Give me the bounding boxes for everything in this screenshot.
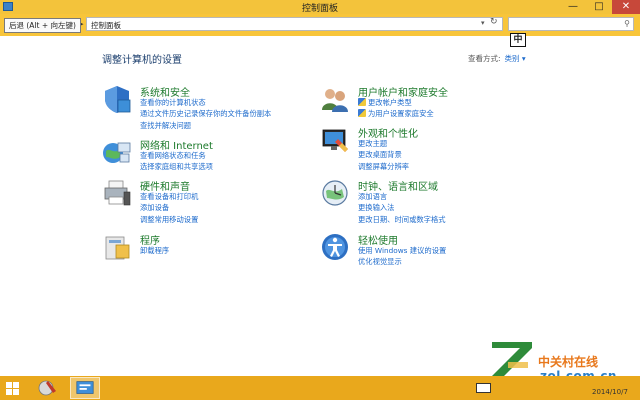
link-desktop-background[interactable]: 更改桌面背景 <box>358 149 409 160</box>
link-devices-printers[interactable]: 查看设备和打印机 <box>140 191 198 202</box>
window-title: 控制面板 <box>301 4 338 14</box>
paint-icon <box>38 380 56 396</box>
link-change-input-method[interactable]: 更换输入法 <box>358 202 446 213</box>
view-by-label: 查看方式: <box>468 54 501 63</box>
taskbar-control-panel-app[interactable] <box>70 377 100 399</box>
close-button[interactable]: ✕ <box>612 0 640 14</box>
taskbar-clock-date[interactable]: 2014/10/7 <box>592 388 628 396</box>
link-file-history[interactable]: 通过文件历史记录保存你的文件备份副本 <box>140 108 271 119</box>
link-troubleshoot[interactable]: 查找并解决问题 <box>140 120 271 131</box>
ime-indicator[interactable]: 中 <box>510 33 526 47</box>
maximize-button[interactable]: □ <box>586 0 612 14</box>
appearance-icon <box>322 129 348 152</box>
view-by-dropdown[interactable]: 类别 ▾ <box>505 54 526 63</box>
watermark-brand: 中关村在线 <box>538 355 599 369</box>
touch-keyboard-icon[interactable] <box>476 383 491 393</box>
programs-icon <box>105 236 130 260</box>
link-add-language[interactable]: 添加语言 <box>358 191 446 202</box>
address-bar[interactable]: 控制面板 ▾ <box>86 17 503 31</box>
back-tooltip: 后退 (Alt + 向左键) <box>4 18 81 33</box>
link-screen-resolution[interactable]: 调整屏幕分辨率 <box>358 161 409 172</box>
address-dropdown-icon[interactable]: ▾ <box>481 19 485 27</box>
link-add-device[interactable]: 添加设备 <box>140 202 198 213</box>
link-change-theme[interactable]: 更改主题 <box>358 138 409 149</box>
taskbar <box>0 376 640 400</box>
link-uninstall-program[interactable]: 卸载程序 <box>140 245 169 256</box>
search-icon[interactable]: ⚲ <box>624 19 630 28</box>
search-input[interactable]: ⚲ <box>508 17 634 31</box>
breadcrumb-control-panel[interactable]: 控制面板 <box>91 20 121 31</box>
page-title: 调整计算机的设置 <box>102 55 182 66</box>
link-windows-recommended-settings[interactable]: 使用 Windows 建议的设置 <box>358 245 446 256</box>
clock-globe-icon <box>322 180 348 206</box>
link-date-time-format[interactable]: 更改日期、时间或数字格式 <box>358 214 446 225</box>
link-view-computer-status[interactable]: 查看你的计算机状态 <box>140 97 271 108</box>
view-by: 查看方式: 类别 ▾ <box>468 53 526 64</box>
windows-start-icon[interactable] <box>6 382 19 395</box>
link-optimize-visual-display[interactable]: 优化视觉显示 <box>358 256 446 267</box>
refresh-icon[interactable]: ↻ <box>490 17 498 27</box>
link-mobility-settings[interactable]: 调整常用移动设置 <box>140 214 198 225</box>
network-icon <box>103 142 131 163</box>
ease-of-access-icon <box>322 234 348 260</box>
uac-shield-icon <box>358 98 366 106</box>
title-bar: 控制面板 <box>0 0 640 14</box>
uac-shield-icon <box>358 109 366 118</box>
shield-icon <box>105 86 131 113</box>
link-homegroup[interactable]: 选择家庭组和共享选项 <box>140 161 213 172</box>
link-change-account-type[interactable]: 更改帐户类型 <box>358 97 434 108</box>
link-family-safety[interactable]: 为用户设置家庭安全 <box>358 108 434 119</box>
printer-icon <box>104 180 131 206</box>
control-panel-icon <box>76 381 94 394</box>
link-network-status[interactable]: 查看网络状态和任务 <box>140 150 213 161</box>
minimize-button[interactable]: — <box>560 0 586 14</box>
taskbar-paint-app[interactable] <box>34 377 64 399</box>
users-icon <box>322 89 348 112</box>
